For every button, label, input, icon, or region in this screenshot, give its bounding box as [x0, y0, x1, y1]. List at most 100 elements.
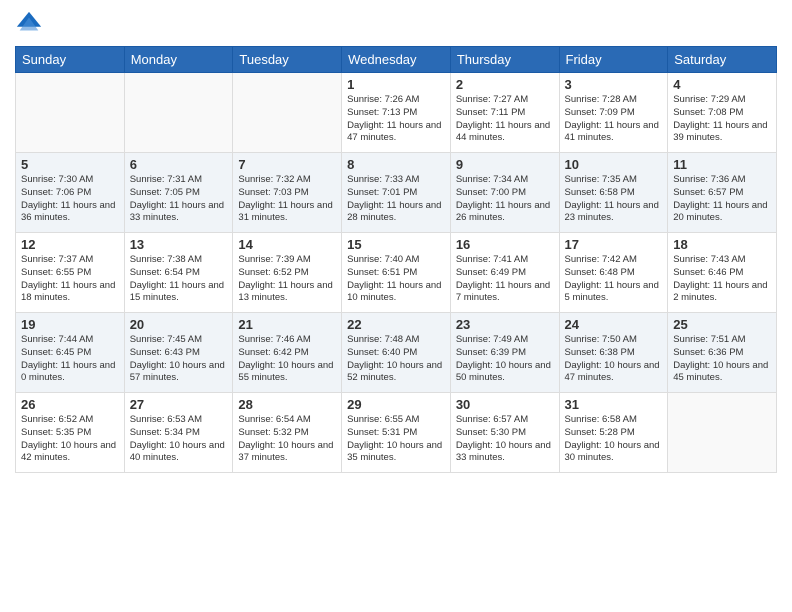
col-header-sunday: Sunday — [16, 47, 125, 73]
day-info: Sunrise: 7:42 AM Sunset: 6:48 PM Dayligh… — [565, 254, 663, 305]
day-info: Sunrise: 7:49 AM Sunset: 6:39 PM Dayligh… — [456, 334, 554, 385]
day-number: 2 — [456, 77, 554, 92]
calendar-cell: 10 Sunrise: 7:35 AM Sunset: 6:58 PM Dayli… — [559, 153, 668, 233]
calendar-cell — [233, 73, 342, 153]
calendar-cell: 3 Sunrise: 7:28 AM Sunset: 7:09 PM Daylig… — [559, 73, 668, 153]
day-info: Sunrise: 7:40 AM Sunset: 6:51 PM Dayligh… — [347, 254, 445, 305]
logo-icon — [15, 10, 43, 38]
calendar-cell: 22 Sunrise: 7:48 AM Sunset: 6:40 PM Dayli… — [342, 313, 451, 393]
calendar-cell: 29 Sunrise: 6:55 AM Sunset: 5:31 PM Dayli… — [342, 393, 451, 473]
col-header-wednesday: Wednesday — [342, 47, 451, 73]
calendar-cell: 24Sunrise: 7:50 AM Sunset: 6:38 PM Dayli… — [559, 313, 668, 393]
day-info: Sunrise: 7:36 AM Sunset: 6:57 PM Dayligh… — [673, 174, 771, 225]
calendar-cell: 11 Sunrise: 7:36 AM Sunset: 6:57 PM Dayli… — [668, 153, 777, 233]
day-info: Sunrise: 7:26 AM Sunset: 7:13 PM Dayligh… — [347, 94, 445, 145]
day-number: 30 — [456, 397, 554, 412]
calendar-cell: 8Sunrise: 7:33 AM Sunset: 7:01 PM Daylig… — [342, 153, 451, 233]
calendar-week-2: 5 Sunrise: 7:30 AM Sunset: 7:06 PM Daylig… — [16, 153, 777, 233]
day-info: Sunrise: 7:44 AM Sunset: 6:45 PM Dayligh… — [21, 334, 119, 385]
calendar-cell: 26Sunrise: 6:52 AM Sunset: 5:35 PM Dayli… — [16, 393, 125, 473]
calendar-cell — [668, 393, 777, 473]
day-info: Sunrise: 6:58 AM Sunset: 5:28 PM Dayligh… — [565, 414, 663, 465]
calendar-week-3: 12Sunrise: 7:37 AM Sunset: 6:55 PM Dayli… — [16, 233, 777, 313]
day-info: Sunrise: 7:45 AM Sunset: 6:43 PM Dayligh… — [130, 334, 228, 385]
calendar-cell: 28Sunrise: 6:54 AM Sunset: 5:32 PM Dayli… — [233, 393, 342, 473]
calendar-cell: 14 Sunrise: 7:39 AM Sunset: 6:52 PM Dayli… — [233, 233, 342, 313]
calendar-cell — [124, 73, 233, 153]
day-info: Sunrise: 7:37 AM Sunset: 6:55 PM Dayligh… — [21, 254, 119, 305]
day-number: 21 — [238, 317, 336, 332]
day-number: 22 — [347, 317, 445, 332]
calendar-cell: 13 Sunrise: 7:38 AM Sunset: 6:54 PM Dayli… — [124, 233, 233, 313]
col-header-thursday: Thursday — [450, 47, 559, 73]
day-info: Sunrise: 7:46 AM Sunset: 6:42 PM Dayligh… — [238, 334, 336, 385]
day-number: 7 — [238, 157, 336, 172]
day-info: Sunrise: 7:27 AM Sunset: 7:11 PM Dayligh… — [456, 94, 554, 145]
calendar-cell: 16Sunrise: 7:41 AM Sunset: 6:49 PM Dayli… — [450, 233, 559, 313]
header — [15, 10, 777, 38]
day-number: 13 — [130, 237, 228, 252]
calendar-cell: 9 Sunrise: 7:34 AM Sunset: 7:00 PM Daylig… — [450, 153, 559, 233]
day-info: Sunrise: 6:54 AM Sunset: 5:32 PM Dayligh… — [238, 414, 336, 465]
day-number: 6 — [130, 157, 228, 172]
day-info: Sunrise: 7:30 AM Sunset: 7:06 PM Dayligh… — [21, 174, 119, 225]
day-number: 23 — [456, 317, 554, 332]
day-number: 27 — [130, 397, 228, 412]
calendar-cell: 7 Sunrise: 7:32 AM Sunset: 7:03 PM Daylig… — [233, 153, 342, 233]
day-number: 14 — [238, 237, 336, 252]
calendar-cell: 1 Sunrise: 7:26 AM Sunset: 7:13 PM Daylig… — [342, 73, 451, 153]
calendar-cell: 21 Sunrise: 7:46 AM Sunset: 6:42 PM Dayli… — [233, 313, 342, 393]
day-info: Sunrise: 6:55 AM Sunset: 5:31 PM Dayligh… — [347, 414, 445, 465]
day-info: Sunrise: 7:28 AM Sunset: 7:09 PM Dayligh… — [565, 94, 663, 145]
calendar-cell: 5 Sunrise: 7:30 AM Sunset: 7:06 PM Daylig… — [16, 153, 125, 233]
col-header-monday: Monday — [124, 47, 233, 73]
day-number: 9 — [456, 157, 554, 172]
day-number: 10 — [565, 157, 663, 172]
day-number: 17 — [565, 237, 663, 252]
calendar-cell: 2 Sunrise: 7:27 AM Sunset: 7:11 PM Daylig… — [450, 73, 559, 153]
day-info: Sunrise: 6:52 AM Sunset: 5:35 PM Dayligh… — [21, 414, 119, 465]
day-number: 11 — [673, 157, 771, 172]
calendar-cell: 6 Sunrise: 7:31 AM Sunset: 7:05 PM Daylig… — [124, 153, 233, 233]
day-number: 1 — [347, 77, 445, 92]
calendar-cell: 12Sunrise: 7:37 AM Sunset: 6:55 PM Dayli… — [16, 233, 125, 313]
day-number: 25 — [673, 317, 771, 332]
calendar-cell: 4 Sunrise: 7:29 AM Sunset: 7:08 PM Daylig… — [668, 73, 777, 153]
calendar-cell — [16, 73, 125, 153]
day-info: Sunrise: 7:39 AM Sunset: 6:52 PM Dayligh… — [238, 254, 336, 305]
day-info: Sunrise: 7:31 AM Sunset: 7:05 PM Dayligh… — [130, 174, 228, 225]
day-number: 20 — [130, 317, 228, 332]
day-number: 18 — [673, 237, 771, 252]
calendar-week-4: 19Sunrise: 7:44 AM Sunset: 6:45 PM Dayli… — [16, 313, 777, 393]
calendar-cell: 23 Sunrise: 7:49 AM Sunset: 6:39 PM Dayli… — [450, 313, 559, 393]
day-info: Sunrise: 7:35 AM Sunset: 6:58 PM Dayligh… — [565, 174, 663, 225]
day-info: Sunrise: 7:32 AM Sunset: 7:03 PM Dayligh… — [238, 174, 336, 225]
calendar-cell: 20 Sunrise: 7:45 AM Sunset: 6:43 PM Dayli… — [124, 313, 233, 393]
day-number: 24 — [565, 317, 663, 332]
day-number: 29 — [347, 397, 445, 412]
calendar-week-5: 26Sunrise: 6:52 AM Sunset: 5:35 PM Dayli… — [16, 393, 777, 473]
calendar-week-1: 1 Sunrise: 7:26 AM Sunset: 7:13 PM Daylig… — [16, 73, 777, 153]
calendar-cell: 25 Sunrise: 7:51 AM Sunset: 6:36 PM Dayli… — [668, 313, 777, 393]
day-number: 4 — [673, 77, 771, 92]
col-header-friday: Friday — [559, 47, 668, 73]
day-info: Sunrise: 7:34 AM Sunset: 7:00 PM Dayligh… — [456, 174, 554, 225]
calendar-cell: 30Sunrise: 6:57 AM Sunset: 5:30 PM Dayli… — [450, 393, 559, 473]
day-info: Sunrise: 7:43 AM Sunset: 6:46 PM Dayligh… — [673, 254, 771, 305]
day-info: Sunrise: 7:38 AM Sunset: 6:54 PM Dayligh… — [130, 254, 228, 305]
day-info: Sunrise: 7:41 AM Sunset: 6:49 PM Dayligh… — [456, 254, 554, 305]
calendar-header-row: SundayMondayTuesdayWednesdayThursdayFrid… — [16, 47, 777, 73]
calendar-cell: 27 Sunrise: 6:53 AM Sunset: 5:34 PM Dayli… — [124, 393, 233, 473]
calendar-cell: 19Sunrise: 7:44 AM Sunset: 6:45 PM Dayli… — [16, 313, 125, 393]
day-number: 3 — [565, 77, 663, 92]
day-number: 5 — [21, 157, 119, 172]
calendar-cell: 31Sunrise: 6:58 AM Sunset: 5:28 PM Dayli… — [559, 393, 668, 473]
calendar-cell: 18 Sunrise: 7:43 AM Sunset: 6:46 PM Dayli… — [668, 233, 777, 313]
day-number: 8 — [347, 157, 445, 172]
day-info: Sunrise: 6:53 AM Sunset: 5:34 PM Dayligh… — [130, 414, 228, 465]
day-info: Sunrise: 7:51 AM Sunset: 6:36 PM Dayligh… — [673, 334, 771, 385]
logo — [15, 10, 47, 38]
col-header-saturday: Saturday — [668, 47, 777, 73]
day-info: Sunrise: 7:29 AM Sunset: 7:08 PM Dayligh… — [673, 94, 771, 145]
day-info: Sunrise: 7:48 AM Sunset: 6:40 PM Dayligh… — [347, 334, 445, 385]
